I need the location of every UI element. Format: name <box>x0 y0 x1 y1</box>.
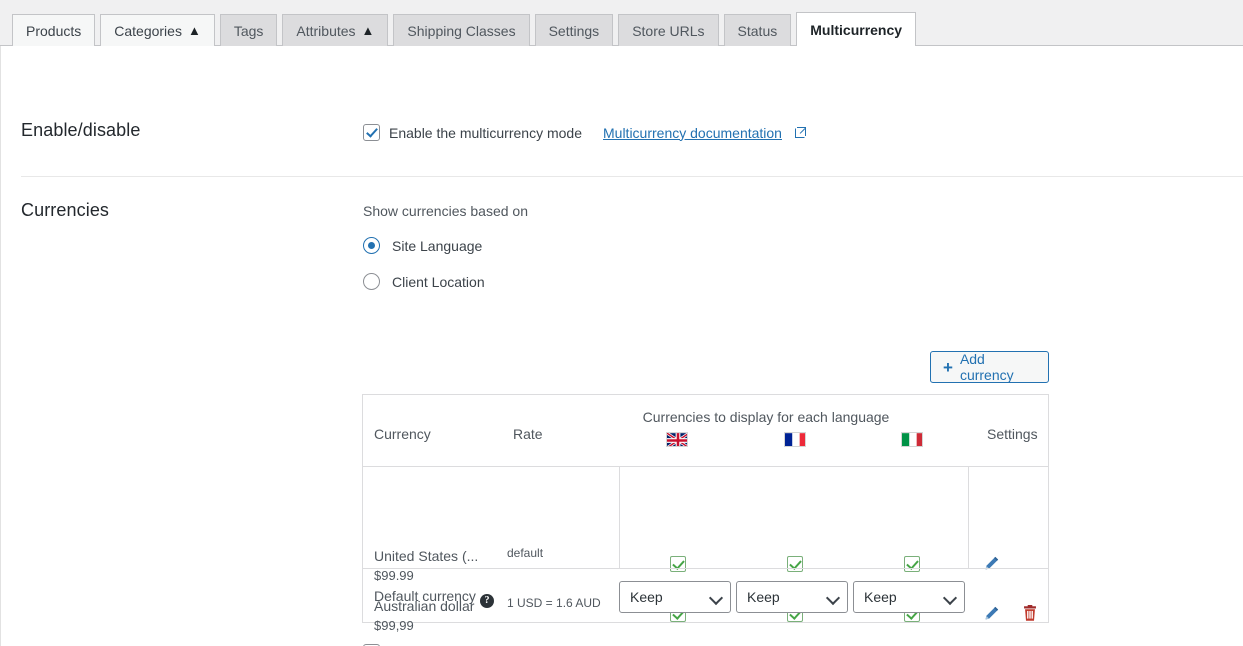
enable-multicurrency-row: Enable the multicurrency mode Multicurre… <box>363 124 806 141</box>
settings-page-content: Enable/disable Enable the multicurrency … <box>0 46 1243 646</box>
tab-label: Products <box>26 22 82 39</box>
currencies-table-body: United States (... $99.99 default Austra… <box>363 467 1048 633</box>
column-divider-left <box>619 467 620 568</box>
column-divider-right <box>968 467 969 568</box>
flag-icon-it <box>901 432 923 447</box>
tab-label: Shipping Classes <box>407 22 516 39</box>
warning-icon: ▲ <box>361 23 375 38</box>
default-currency-label: Default currency? <box>374 588 494 608</box>
currencies-table-footer: Default currency? Keep Keep Keep <box>363 568 1048 622</box>
tab-label: Settings <box>548 22 600 39</box>
default-currency-select-fr[interactable]: Keep <box>736 581 848 613</box>
tab-label: Status <box>737 22 778 39</box>
radio-client-location-label: Client Location <box>392 273 485 290</box>
currencies-table-header: Currency Rate Currencies to display for … <box>363 395 1048 467</box>
flag-icon-fr <box>784 432 806 447</box>
enable-multicurrency-checkbox[interactable] <box>363 124 380 141</box>
radio-site-language[interactable] <box>363 237 380 254</box>
default-currency-select-it[interactable]: Keep <box>853 581 965 613</box>
tab-status[interactable]: Status <box>723 14 792 46</box>
section-divider <box>21 176 1243 177</box>
chevron-down-icon <box>711 592 722 603</box>
add-currency-label: Add currency <box>959 351 1014 383</box>
select-value: Keep <box>630 589 663 605</box>
default-currency-label-text: Default currency <box>374 588 476 604</box>
select-value: Keep <box>864 589 897 605</box>
tab-label: Tags <box>233 22 264 39</box>
tab-store-urls[interactable]: Store URLs <box>618 14 719 46</box>
select-value: Keep <box>747 589 780 605</box>
radio-site-language-label: Site Language <box>392 237 483 254</box>
tab-label: Attributes <box>296 22 356 39</box>
show-currencies-based-on-label: Show currencies based on <box>363 203 528 219</box>
warning-icon: ▲ <box>187 23 201 38</box>
tab-categories[interactable]: Categories ▲ <box>100 14 215 46</box>
doc-link-text: Multicurrency documentation <box>603 124 782 141</box>
tab-attributes[interactable]: Attributes ▲ <box>282 14 389 46</box>
radio-client-location-row[interactable]: Client Location <box>363 273 485 290</box>
radio-client-location[interactable] <box>363 273 380 290</box>
tab-shipping-classes[interactable]: Shipping Classes <box>393 14 530 46</box>
chevron-down-icon <box>828 592 839 603</box>
tab-label: Multicurrency <box>810 21 903 38</box>
help-icon[interactable]: ? <box>479 594 494 608</box>
column-header-languages-group: Currencies to display for each language <box>642 409 890 425</box>
default-currency-select-gb[interactable]: Keep <box>619 581 731 613</box>
column-header-currency: Currency <box>374 426 431 442</box>
flag-icon-gb <box>666 432 688 447</box>
tab-label: Store URLs <box>632 22 705 39</box>
radio-site-language-row[interactable]: Site Language <box>363 237 482 254</box>
column-header-rate: Rate <box>513 426 543 442</box>
chevron-down-icon <box>945 592 956 603</box>
settings-tab-bar: Products Categories ▲ Tags Attributes ▲ Shippi… <box>0 0 1243 46</box>
tab-settings[interactable]: Settings <box>534 14 614 46</box>
currency-name: United States (... <box>374 548 479 564</box>
tab-label: Categories <box>114 22 182 39</box>
tab-multicurrency[interactable]: Multicurrency <box>796 12 917 46</box>
currency-rate: default <box>507 546 544 560</box>
tab-tags[interactable]: Tags <box>219 14 278 46</box>
enable-disable-heading: Enable/disable <box>21 120 141 140</box>
plus-icon: + <box>943 357 953 377</box>
enable-multicurrency-label: Enable the multicurrency mode <box>389 124 582 141</box>
add-currency-button[interactable]: + Add currency <box>930 351 1049 383</box>
currencies-table: Currency Rate Currencies to display for … <box>362 394 1049 633</box>
currencies-heading: Currencies <box>21 200 110 220</box>
multicurrency-documentation-link[interactable]: Multicurrency documentation <box>603 125 782 141</box>
column-header-settings: Settings <box>987 426 1038 442</box>
external-link-icon <box>794 127 806 138</box>
tab-products[interactable]: Products <box>12 14 96 46</box>
